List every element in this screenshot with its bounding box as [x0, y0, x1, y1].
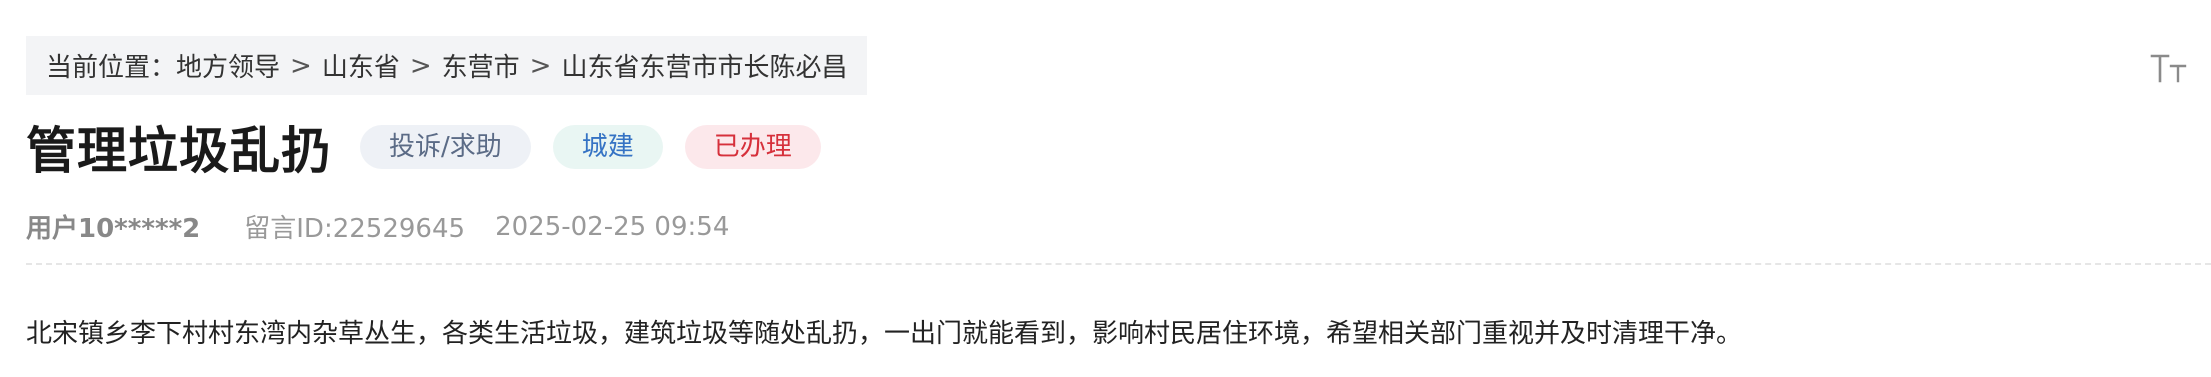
page: 当前位置： 地方领导 > 山东省 > 东营市 > 山东省东营市市长陈必昌 管理垃… — [0, 0, 2211, 377]
divider — [26, 263, 2211, 265]
page-title: 管理垃圾乱扔 — [26, 122, 332, 180]
text-size-icon-graphic — [2150, 54, 2187, 83]
title-row: 管理垃圾乱扔 投诉/求助 城建 已办理 — [26, 112, 843, 182]
status-badge: 已办理 — [684, 125, 821, 169]
breadcrumb-item-city[interactable]: 东营市 — [442, 47, 520, 84]
breadcrumb-separator: > — [290, 50, 312, 81]
breadcrumb-item-local-leaders[interactable]: 地方领导 — [176, 47, 280, 84]
breadcrumb-separator: > — [529, 50, 552, 81]
department-badge: 城建 — [552, 125, 663, 169]
breadcrumb-prefix: 当前位置： — [46, 53, 177, 83]
breadcrumb-item-province[interactable]: 山东省 — [322, 47, 400, 84]
breadcrumb-item-current: 山东省东营市市长陈必昌 — [561, 53, 848, 83]
category-badge: 投诉/求助 — [360, 125, 531, 169]
text-size-icon[interactable] — [2149, 50, 2189, 86]
post-meta: 用户10*****2 留言ID:22529645 2025-02-25 09:5… — [26, 208, 729, 245]
breadcrumb: 当前位置： 地方领导 > 山东省 > 东营市 > 山东省东营市市长陈必昌 — [26, 36, 868, 95]
author-name: 用户10*****2 — [26, 214, 201, 244]
breadcrumb-separator: > — [409, 50, 432, 81]
post-datetime: 2025-02-25 09:54 — [495, 211, 730, 242]
post-content: 北宋镇乡李下村村东湾内杂草丛生，各类生活垃圾，建筑垃圾等随处乱扔，一出门就能看到… — [26, 319, 1743, 349]
message-id: 留言ID:22529645 — [244, 214, 466, 244]
